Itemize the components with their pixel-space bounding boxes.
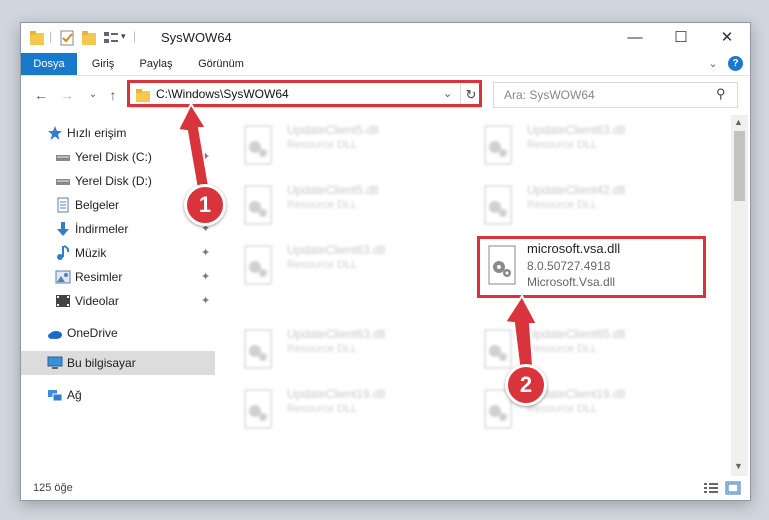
step-badge-1: 1 [184,184,226,226]
annotation-arrows [176,101,539,381]
step-badge-2: 2 [505,364,547,406]
